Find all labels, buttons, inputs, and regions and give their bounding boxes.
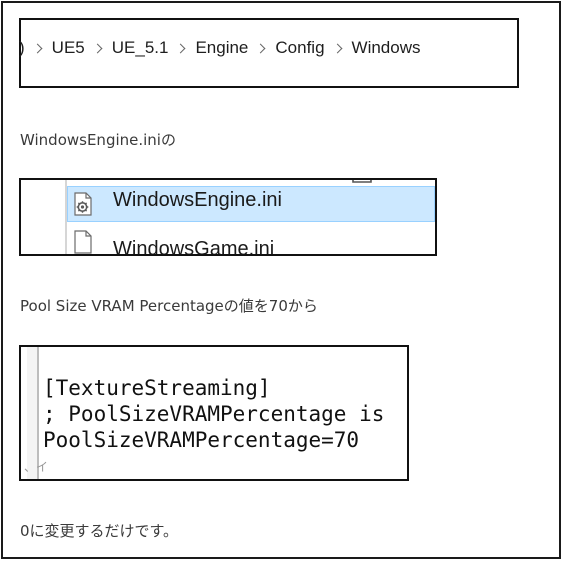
code-line-section: [TextureStreaming]	[43, 376, 271, 400]
chevron-right-icon	[32, 43, 43, 53]
breadcrumb-item-engine[interactable]: Engine	[195, 38, 248, 58]
file-name-windowsgame[interactable]: WindowsGame.ini	[113, 238, 274, 254]
partial-icon-top	[352, 180, 372, 183]
chevron-right-icon	[176, 43, 186, 53]
file-name-windowsengine[interactable]: WindowsEngine.ini	[113, 189, 282, 212]
code-line-comment: ; PoolSizeVRAMPercentage is	[43, 402, 385, 426]
breadcrumb-item-windows[interactable]: Windows	[352, 38, 421, 58]
code-screenshot: [TextureStreaming]; PoolSizeVRAMPercenta…	[19, 345, 409, 481]
caption-ini-file: WindowsEngine.iniの	[20, 131, 176, 149]
breadcrumb-item-config[interactable]: Config	[275, 38, 324, 58]
file-list-screenshot: WindowsEngine.ini WindowsGame.ini	[19, 178, 437, 256]
breadcrumb-partial-chevron: )	[19, 38, 25, 57]
chevron-right-icon	[92, 43, 103, 53]
chevron-right-icon	[332, 43, 342, 53]
code-block[interactable]: [TextureStreaming]; PoolSizeVRAMPercenta…	[43, 375, 407, 453]
breadcrumb-item-ue5[interactable]: UE5	[52, 38, 85, 58]
config-file-icon	[74, 192, 92, 216]
breadcrumb-screenshot: ) UE5 UE_5.1 Engine Config Windows	[19, 18, 519, 88]
breadcrumb: ) UE5 UE_5.1 Engine Config Windows	[19, 30, 517, 66]
chevron-right-icon	[255, 43, 266, 53]
code-line-setting: PoolSizeVRAMPercentage=70	[43, 428, 360, 452]
caption-change-to: 0に変更するだけです。	[20, 522, 179, 540]
caption-pool-size: Pool Size VRAM Percentageの値を70から	[20, 297, 318, 315]
config-file-icon	[74, 230, 92, 254]
editor-status-mark: 、イ	[24, 460, 49, 474]
breadcrumb-item-ue-5-1[interactable]: UE_5.1	[112, 38, 169, 58]
